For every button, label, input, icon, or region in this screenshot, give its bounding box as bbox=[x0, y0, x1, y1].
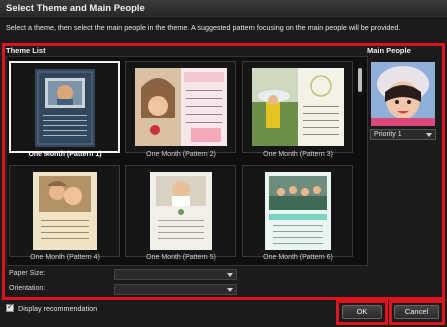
theme-list-label: Theme List bbox=[6, 46, 46, 55]
theme-tile-pattern-2[interactable] bbox=[125, 61, 236, 153]
orientation-label: Orientation: bbox=[9, 285, 46, 292]
theme-list-scrollbar[interactable] bbox=[358, 62, 362, 262]
chevron-down-icon bbox=[227, 273, 233, 277]
theme-thumbnail-1 bbox=[34, 69, 95, 147]
theme-tile-pattern-3[interactable] bbox=[242, 61, 353, 153]
theme-tile-pattern-6[interactable] bbox=[242, 165, 353, 257]
theme-caption-5: One Month (Pattern 5) bbox=[146, 254, 216, 261]
theme-caption-3: One Month (Pattern 3) bbox=[263, 151, 333, 158]
theme-thumbnail-2 bbox=[134, 68, 227, 146]
theme-thumbnail-3 bbox=[251, 68, 344, 146]
display-recommendation-checkbox[interactable]: ✓ bbox=[6, 302, 14, 312]
theme-thumbnail-5 bbox=[149, 172, 212, 250]
instruction-text: Select a theme, then select the main peo… bbox=[6, 23, 401, 32]
dialog-title-bar: Select Theme and Main People bbox=[0, 0, 447, 19]
ok-button[interactable]: OK bbox=[342, 305, 382, 319]
person-face-image bbox=[371, 62, 435, 126]
theme-caption-4: One Month (Pattern 4) bbox=[30, 254, 100, 261]
priority-value: Priority 1 bbox=[374, 131, 402, 138]
orientation-select[interactable] bbox=[114, 284, 237, 295]
theme-tile-pattern-4[interactable] bbox=[9, 165, 120, 257]
chevron-down-icon bbox=[426, 133, 432, 137]
scrollbar-thumb[interactable] bbox=[358, 68, 362, 92]
main-people-label: Main People bbox=[367, 46, 411, 55]
main-person-photo[interactable] bbox=[371, 62, 435, 126]
priority-select[interactable]: Priority 1 bbox=[370, 129, 436, 140]
checkmark-icon: ✓ bbox=[7, 302, 14, 311]
display-recommendation-label: Display recommendation bbox=[18, 304, 98, 313]
paper-size-label: Paper Size: bbox=[9, 270, 46, 277]
theme-caption-6: One Month (Pattern 6) bbox=[263, 254, 333, 261]
chevron-down-icon bbox=[227, 288, 233, 292]
cancel-button[interactable]: Cancel bbox=[394, 305, 439, 319]
dialog-title: Select Theme and Main People bbox=[6, 3, 145, 14]
theme-caption-2: One Month (Pattern 2) bbox=[146, 151, 216, 158]
theme-caption-1: One Month (Pattern 1) bbox=[28, 151, 102, 158]
paper-size-select[interactable] bbox=[114, 269, 237, 280]
theme-thumbnail-6 bbox=[264, 172, 331, 250]
theme-thumbnail-4 bbox=[32, 172, 97, 250]
theme-tile-pattern-5[interactable] bbox=[125, 165, 236, 257]
theme-tile-pattern-1[interactable] bbox=[9, 61, 120, 153]
